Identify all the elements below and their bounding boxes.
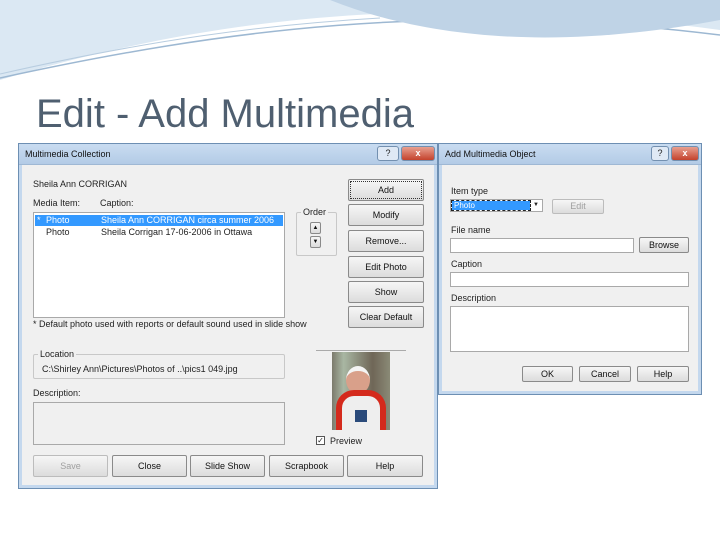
description-label: Description [451,293,497,303]
dialog-title: Add Multimedia Object [445,149,536,159]
media-list[interactable]: * Photo Sheila Ann CORRIGAN circa summer 2… [33,212,285,318]
preview-divider [316,350,406,351]
ok-button[interactable]: OK [522,366,573,382]
dialog-title: Multimedia Collection [25,149,111,159]
list-item[interactable]: Photo Sheila Corrigan 17-06-2006 in Ottaw… [35,227,283,238]
location-value: C:\Shirley Ann\Pictures\Photos of ..\pic… [42,364,238,374]
close-button[interactable]: x [401,146,435,161]
order-label: Order [301,207,329,217]
person-name: Sheila Ann CORRIGAN [33,179,128,189]
item-type-value: Photo [451,200,531,211]
preview-checkbox[interactable]: ✓ [316,436,325,445]
modify-button[interactable]: Modify [348,204,424,226]
title-bar: Multimedia Collection ? x [19,144,437,165]
file-name-input[interactable] [450,238,634,253]
help-button[interactable]: ? [651,146,669,161]
add-button[interactable]: Add [348,179,424,201]
location-label: Location [38,349,77,359]
slide-title: Edit - Add Multimedia [36,92,414,136]
move-down-button[interactable]: ▼ [310,236,321,248]
show-button[interactable]: Show [348,281,424,303]
help-button[interactable]: ? [377,146,399,161]
list-item[interactable]: * Photo Sheila Ann CORRIGAN circa summer 2… [35,215,283,226]
remove-button[interactable]: Remove... [348,230,424,252]
close-button[interactable]: x [671,146,699,161]
clear-default-button[interactable]: Clear Default [348,306,424,328]
edit-photo-button[interactable]: Edit Photo [348,256,424,278]
save-button[interactable]: Save [33,455,108,477]
item-type-select[interactable]: Photo ▼ [450,199,543,212]
title-bar: Add Multimedia Object ? x [439,144,701,165]
file-name-label: File name [451,225,491,235]
help-dialog-button[interactable]: Help [347,455,423,477]
location-group: Location C:\Shirley Ann\Pictures\Photos … [33,349,285,379]
order-group: Order ▲ ▼ [296,207,337,256]
caption-header: Caption: [100,198,134,208]
edit-button[interactable]: Edit [552,199,604,214]
help-object-button[interactable]: Help [637,366,689,382]
slide-show-button[interactable]: Slide Show [190,455,265,477]
cancel-button[interactable]: Cancel [579,366,631,382]
description-textarea[interactable] [450,306,689,352]
move-up-button[interactable]: ▲ [310,222,321,234]
caption-input[interactable] [450,272,689,287]
description-field[interactable] [33,402,285,445]
default-footnote: * Default photo used with reports or def… [33,319,307,329]
photo-preview [332,352,390,430]
description-label: Description: [33,388,81,398]
add-multimedia-object-dialog: Add Multimedia Object ? x [438,143,702,395]
preview-label: Preview [330,436,363,446]
slide-decoration [0,0,720,80]
scrapbook-button[interactable]: Scrapbook [269,455,344,477]
caption-label: Caption [451,259,483,269]
close-dialog-button[interactable]: Close [112,455,187,477]
chevron-down-icon: ▼ [533,202,539,208]
browse-button[interactable]: Browse [639,237,689,253]
media-item-header: Media Item: [33,198,81,208]
item-type-label: Item type [451,186,489,196]
